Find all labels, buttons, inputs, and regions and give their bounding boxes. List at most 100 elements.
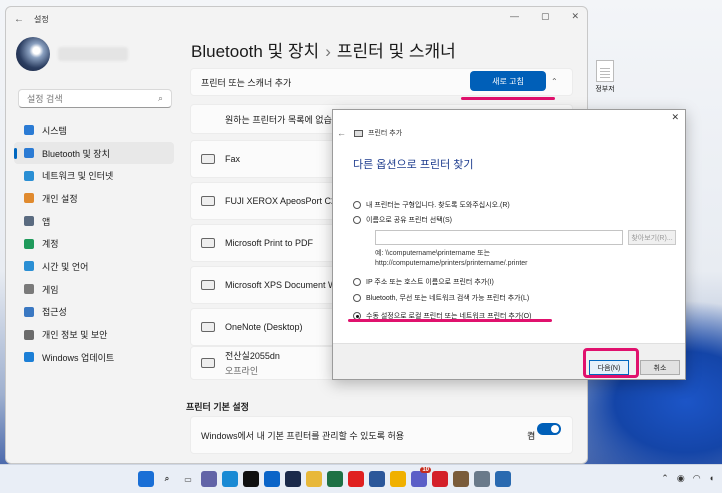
brush-icon <box>24 193 34 204</box>
notion-icon[interactable] <box>243 471 259 487</box>
word-icon[interactable] <box>369 471 385 487</box>
printer-name: 전산실2055dn <box>225 351 280 361</box>
minimize-icon[interactable]: — <box>510 11 519 22</box>
annotation-box-next <box>583 348 639 378</box>
option-radio-3[interactable]: Bluetooth, 무선 또는 네트워크 검색 가능 프린터 추가(L) <box>353 293 529 303</box>
breadcrumb-parent[interactable]: Bluetooth 및 장치 <box>191 42 319 61</box>
user-profile[interactable] <box>16 37 128 71</box>
sidebar-item-label: 개인 정보 및 보안 <box>42 330 108 341</box>
manage-default-card: Windows에서 내 기본 프린터를 관리할 수 있도록 허용 켬 <box>190 416 573 454</box>
app-icon[interactable] <box>453 471 469 487</box>
search-placeholder: 설정 검색 <box>27 94 63 104</box>
printer-name: OneNote (Desktop) <box>225 322 303 332</box>
sidebar-item-label: 네트워크 및 인터넷 <box>42 171 114 182</box>
folder-icon[interactable] <box>306 471 322 487</box>
desktop-file-icon[interactable]: 정부저 <box>592 60 618 94</box>
sidebar-item-9[interactable]: 개인 정보 및 보안 <box>14 323 174 346</box>
option-radio-1[interactable]: 이름으로 공유 프린터 선택(S) <box>353 215 452 225</box>
dialog-close-icon[interactable]: ✕ <box>671 112 679 123</box>
monitor-app-icon[interactable] <box>495 471 511 487</box>
photoshop-icon[interactable] <box>285 471 301 487</box>
sidebar-item-label: Windows 업데이트 <box>42 352 115 363</box>
update-icon <box>24 352 34 363</box>
add-printer-label: 프린터 또는 스캐너 추가 <box>201 77 292 88</box>
sidebar-item-label: Bluetooth 및 장치 <box>42 148 110 159</box>
manage-default-label: Windows에서 내 기본 프린터를 관리할 수 있도록 허용 <box>201 430 405 441</box>
sidebar-item-label: 계정 <box>42 239 59 250</box>
option-label: 내 프린터는 구형입니다. 찾도록 도와주십시오.(R) <box>366 202 510 209</box>
sidebar-item-1[interactable]: Bluetooth 및 장치 <box>14 141 174 165</box>
shared-printer-name-input[interactable] <box>375 230 623 245</box>
sidebar-nav: 시스템 Bluetooth 및 장치네트워크 및 인터넷개인 설정앱계정시간 및 … <box>14 119 174 369</box>
chevron-up-tray-icon[interactable]: ⌃ <box>661 473 669 484</box>
cancel-button[interactable]: 취소 <box>640 360 680 375</box>
option-label: 이름으로 공유 프린터 선택(S) <box>366 217 453 224</box>
monitor-icon <box>24 125 34 136</box>
gamepad-icon <box>24 284 34 295</box>
teams-icon[interactable]: 10 <box>411 467 431 487</box>
option-radio-0[interactable]: 내 프린터는 구형입니다. 찾도록 도와주십시오.(R) <box>353 200 510 210</box>
sidebar-item-6[interactable]: 시간 및 언어 <box>14 255 174 278</box>
settings-icon[interactable] <box>474 471 490 487</box>
radio-icon[interactable] <box>353 278 361 286</box>
radio-icon[interactable] <box>353 294 361 302</box>
youtube-icon[interactable] <box>348 471 364 487</box>
printer-preferences-title: 프린터 기본 설정 <box>186 402 249 412</box>
printer-text: Microsoft XPS Document Wri <box>225 280 341 290</box>
acrobat-icon[interactable] <box>432 471 448 487</box>
example-text: 예: \\computername\printername 또는 http://… <box>375 249 528 269</box>
system-tray: ⌃ ◉ ◠ ◖ <box>661 473 714 484</box>
manage-default-toggle[interactable] <box>537 423 561 435</box>
printer-text: 전산실2055dn 오프라인 <box>225 349 280 377</box>
wifi-tray-icon[interactable]: ◠ <box>693 473 701 484</box>
apps-icon <box>24 216 34 227</box>
not-listed-text: 원하는 프린터가 목록에 없습니 <box>225 114 341 125</box>
page-title: Bluetooth 및 장치 › 프린터 및 스캐너 <box>191 37 456 62</box>
breadcrumb-separator: › <box>325 42 331 61</box>
back-arrow-icon[interactable]: ← <box>14 14 28 25</box>
annotation-underline-option <box>348 319 552 322</box>
sidebar-item-2[interactable]: 네트워크 및 인터넷 <box>14 164 174 187</box>
sidebar-item-3[interactable]: 개인 설정 <box>14 187 174 210</box>
chat-icon[interactable] <box>201 471 217 487</box>
radio-icon[interactable] <box>353 201 361 209</box>
option-radio-2[interactable]: IP 주소 또는 호스트 이름으로 프린터 추가(I) <box>353 277 494 287</box>
sidebar-item-5[interactable]: 계정 <box>14 232 174 255</box>
sidebar-item-4[interactable]: 앱 <box>14 210 174 233</box>
maximize-icon[interactable]: ▢ <box>541 11 550 22</box>
chevron-up-icon[interactable]: ⌃ <box>551 77 558 86</box>
search-icon[interactable]: ⌕ <box>159 471 175 487</box>
desktop-file-label: 정부저 <box>595 86 615 93</box>
outlook-icon[interactable] <box>264 471 280 487</box>
search-input[interactable]: 설정 검색 ⌕ <box>18 89 172 108</box>
excel-icon[interactable] <box>327 471 343 487</box>
sidebar-item-7[interactable]: 게임 <box>14 278 174 301</box>
sidebar-item-10[interactable]: Windows 업데이트 <box>14 346 174 369</box>
edge-icon[interactable] <box>222 471 238 487</box>
volume-icon[interactable]: ◖ <box>709 473 714 484</box>
browse-button[interactable]: 찾아보기(R)... <box>628 230 676 245</box>
printer-name: Microsoft XPS Document Wri <box>225 280 342 290</box>
radio-icon[interactable] <box>353 216 361 224</box>
notes-icon[interactable] <box>390 471 406 487</box>
add-printer-dialog: ✕ ← 프린터 추가 다른 옵션으로 프린터 찾기 내 프린터는 구형입니다. … <box>332 109 686 380</box>
globe-clock-icon <box>24 261 34 272</box>
printer-icon <box>354 129 363 137</box>
sidebar-item-8[interactable]: 접근성 <box>14 301 174 324</box>
sidebar-item-0[interactable]: 시스템 <box>14 119 174 142</box>
refresh-button[interactable]: 새로 고침 <box>470 71 546 91</box>
status-icon[interactable]: ◉ <box>677 473 685 484</box>
toggle-state-label: 켬 <box>527 430 536 441</box>
dialog-back-icon[interactable]: ← <box>337 128 346 138</box>
option-label: Bluetooth, 무선 또는 네트워크 검색 가능 프린터 추가(L) <box>366 295 530 302</box>
task-view-icon[interactable]: ▭ <box>180 471 196 487</box>
printer-icon <box>201 238 215 248</box>
window-title: 설정 <box>34 14 49 24</box>
sidebar-item-label: 개인 설정 <box>42 193 78 204</box>
printer-icon <box>201 358 215 368</box>
windows-start-icon[interactable] <box>138 471 154 487</box>
document-icon <box>596 60 614 82</box>
printer-icon <box>201 154 215 164</box>
sidebar-item-label: 접근성 <box>42 307 67 318</box>
close-icon[interactable]: ✕ <box>571 11 579 22</box>
